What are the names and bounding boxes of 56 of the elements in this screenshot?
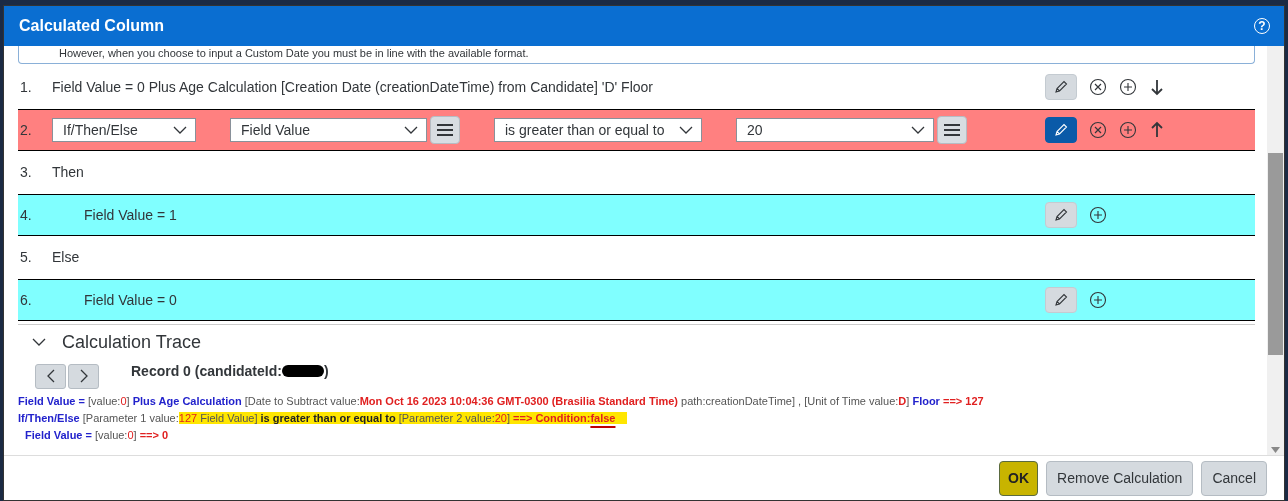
- record-label: Record 0 (candidateId:: [131, 363, 282, 379]
- section-title: Calculation Trace: [62, 331, 202, 353]
- add-button[interactable]: [1119, 121, 1137, 139]
- rule-text: Then: [52, 164, 84, 180]
- trace-line: Field Value = [value:0] Plus Age Calculation [Date to Subtract value:Mon Oct 16 2023 10:04:36 GMT-0300 (Brasilia Standard Time) path:creationDateTime] , [Unit of Time value:D] Floor ==> 127: [18, 394, 984, 409]
- row-number: 4.: [19, 207, 33, 223]
- scroll-down-icon[interactable]: [1271, 447, 1280, 453]
- menu-icon: [944, 124, 960, 136]
- dialog-title: Calculated Column: [19, 17, 164, 35]
- pencil-icon: [1053, 122, 1069, 138]
- menu-button[interactable]: [430, 116, 460, 144]
- chevron-down-icon: [32, 338, 46, 346]
- next-button[interactable]: [68, 363, 99, 389]
- chevron-right-icon: [79, 369, 88, 383]
- row-number: 5.: [19, 249, 33, 265]
- dropdown[interactable]: Field Value: [230, 118, 427, 142]
- menu-button[interactable]: [937, 116, 967, 144]
- move-up-button[interactable]: [1149, 121, 1165, 139]
- row-number: 2.: [19, 122, 33, 138]
- chevron-down-icon: [404, 126, 418, 134]
- menu-icon: [437, 124, 453, 136]
- pencil-icon: [1053, 207, 1069, 223]
- scrollbar-thumb[interactable]: [1268, 153, 1283, 355]
- rule-text: Field Value = 1: [83, 207, 177, 223]
- row-number: 3.: [19, 164, 33, 180]
- dropdown[interactable]: If/Then/Else: [52, 118, 196, 142]
- pencil-icon: [1053, 292, 1069, 308]
- info-message: However, when you choose to input a Custom Date you must be in line with the available format.: [18, 46, 1255, 64]
- add-button[interactable]: [1089, 291, 1107, 309]
- edit-button[interactable]: [1045, 117, 1077, 143]
- ok-button[interactable]: OK: [999, 460, 1039, 496]
- rule-text: Field Value = 0: [83, 292, 177, 308]
- collapse-button[interactable]: [32, 338, 46, 346]
- row-number: 6.: [19, 292, 33, 308]
- rule-text: Field Value = 0 Plus Age Calculation [Creation Date (creationDateTime) from Candidate] 'D' Floor: [52, 79, 653, 95]
- chevron-down-icon: [173, 126, 187, 134]
- trace-line: Field Value = [value:0] ==> 0: [25, 428, 169, 443]
- move-down-button[interactable]: [1149, 78, 1165, 96]
- dropdown[interactable]: is greater than or equal to: [494, 118, 702, 142]
- row-number: 1.: [19, 79, 33, 95]
- record-label-end: ): [323, 363, 329, 379]
- chevron-down-icon: [679, 126, 693, 134]
- pencil-icon: [1053, 79, 1069, 95]
- dialog-button[interactable]: Remove Calculation: [1046, 460, 1194, 496]
- chevron-left-icon: [46, 369, 55, 383]
- trace-line: If/Then/Else [Parameter 1 value:127 Field Value] is greater than or equal to [Parameter 2 value:20] ==> Condition:false: [18, 410, 628, 427]
- remove-button[interactable]: [1089, 78, 1107, 96]
- dialog-button[interactable]: Cancel: [1201, 460, 1267, 496]
- add-button[interactable]: [1119, 78, 1137, 96]
- previous-button[interactable]: [35, 363, 66, 389]
- remove-button[interactable]: [1089, 121, 1107, 139]
- add-button[interactable]: [1089, 206, 1107, 224]
- rule-text: Else: [52, 249, 80, 265]
- scrollbar[interactable]: [1267, 46, 1284, 455]
- chevron-down-icon: [911, 126, 925, 134]
- dropdown[interactable]: 20: [736, 118, 934, 142]
